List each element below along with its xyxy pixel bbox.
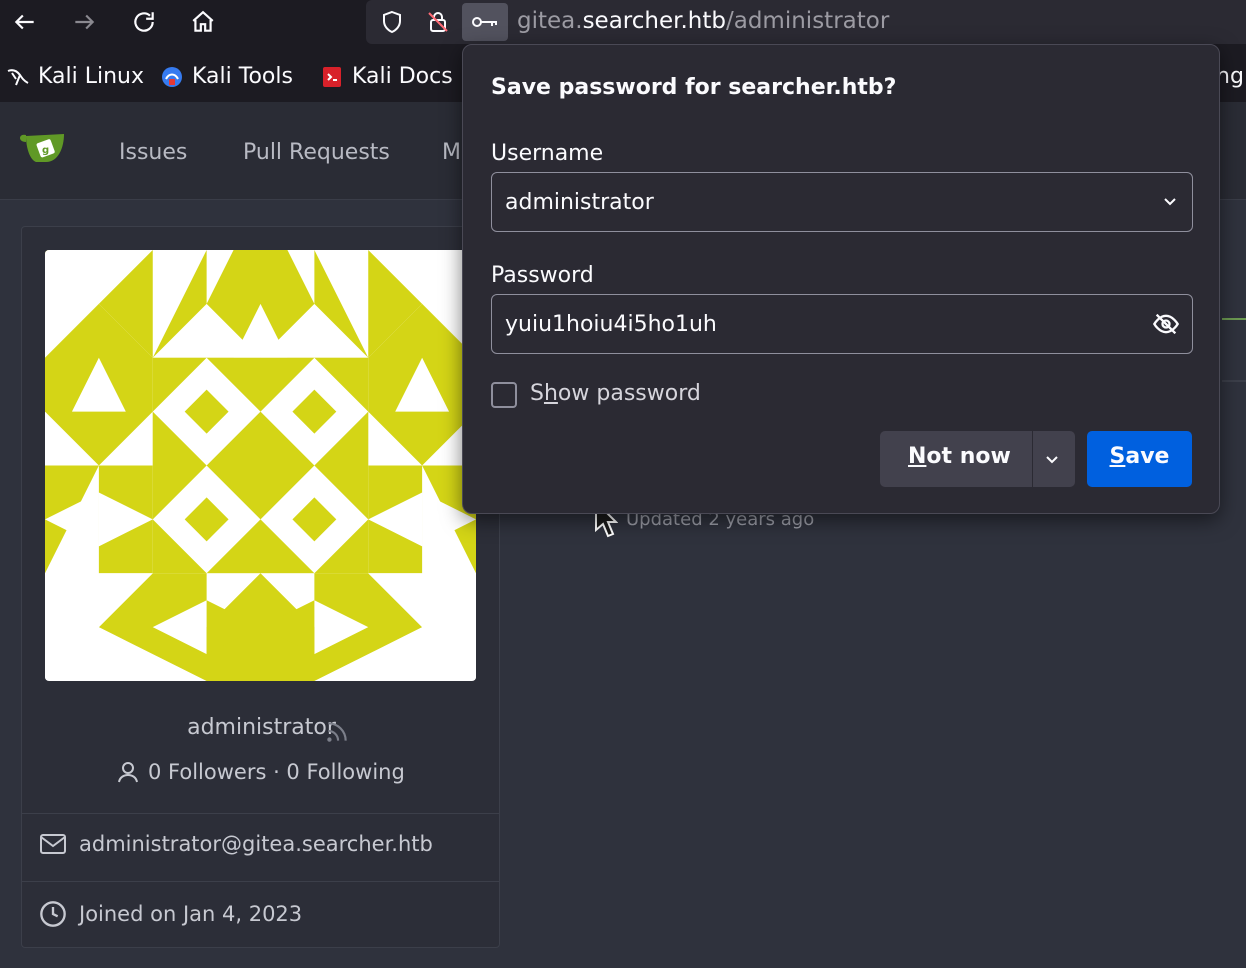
arrow-right-icon bbox=[75, 14, 95, 30]
bookmark-kali-linux[interactable]: Kali Linux bbox=[6, 64, 144, 89]
identicon-image bbox=[45, 250, 476, 681]
email-row[interactable]: administrator@gitea.searcher.htb bbox=[39, 832, 433, 856]
person-icon bbox=[118, 762, 138, 783]
card-divider bbox=[22, 881, 499, 882]
kali-dragon-icon bbox=[7, 68, 29, 85]
username-field[interactable] bbox=[491, 172, 1193, 232]
followers-link[interactable]: 0 Followers · 0 Following bbox=[116, 759, 405, 785]
bookmark-fragment-label: ng bbox=[1216, 64, 1244, 89]
reload-button[interactable] bbox=[126, 4, 162, 40]
avatar bbox=[45, 250, 476, 681]
mail-icon bbox=[40, 834, 66, 854]
bookmark-label: Kali Docs bbox=[352, 64, 453, 89]
nav-milestones-truncated[interactable]: M bbox=[442, 140, 461, 165]
not-now-accesskey: N bbox=[908, 444, 927, 469]
home-button[interactable] bbox=[185, 4, 221, 40]
chevron-down-icon bbox=[1164, 198, 1176, 206]
identicon-pattern bbox=[45, 250, 476, 681]
url-host: searcher.htb bbox=[582, 8, 726, 34]
username-dropdown-button[interactable] bbox=[1160, 188, 1180, 220]
toggle-password-visibility-button[interactable] bbox=[1152, 310, 1180, 342]
eye-hidden-icon bbox=[1152, 313, 1180, 335]
save-button[interactable]: Save bbox=[1087, 431, 1192, 487]
nav-pull-requests[interactable]: Pull Requests bbox=[243, 140, 390, 165]
password-label: Password bbox=[491, 263, 594, 288]
url-path: /administrator bbox=[725, 8, 890, 34]
shield-icon bbox=[383, 10, 401, 34]
reload-icon bbox=[134, 12, 154, 32]
key-icon bbox=[472, 17, 497, 27]
profile-username: administrator bbox=[187, 715, 336, 740]
card-divider bbox=[22, 813, 499, 814]
profile-card: administrator 0 Followers · 0 Following … bbox=[21, 226, 500, 948]
not-now-label-part: ot now bbox=[926, 444, 1011, 469]
username-input[interactable] bbox=[505, 173, 1125, 231]
password-field[interactable] bbox=[491, 294, 1193, 354]
url-subdomain: gitea. bbox=[517, 8, 583, 34]
save-password-popup: Save password for searcher.htb? Username… bbox=[462, 44, 1220, 514]
followers-text: 0 Followers · 0 Following bbox=[148, 760, 405, 784]
kali-tools-icon bbox=[162, 66, 182, 87]
bookmark-kali-docs[interactable]: Kali Docs bbox=[320, 64, 453, 89]
tracking-protection-button[interactable] bbox=[374, 4, 410, 40]
tab-underline bbox=[1222, 318, 1246, 320]
insecure-lock-icon bbox=[428, 12, 448, 32]
bookmark-kali-tools[interactable]: Kali Tools bbox=[160, 64, 293, 89]
username-label: Username bbox=[491, 141, 604, 166]
show-password-accesskey: h bbox=[543, 381, 558, 406]
not-now-dropdown-button[interactable] bbox=[1042, 449, 1062, 473]
save-label-part: ave bbox=[1125, 444, 1170, 469]
rss-icon bbox=[327, 722, 347, 742]
show-password-label-part: S bbox=[530, 381, 544, 406]
password-input[interactable] bbox=[505, 295, 1125, 353]
rss-feed-link[interactable] bbox=[324, 719, 350, 749]
not-now-button[interactable]: Not now bbox=[880, 431, 1075, 487]
bookmark-overflow-fragment[interactable]: ng bbox=[1216, 64, 1244, 89]
joined-row: Joined on Jan 4, 2023 bbox=[39, 900, 302, 928]
save-accesskey: S bbox=[1109, 444, 1126, 469]
chevron-down-icon bbox=[1046, 456, 1058, 464]
button-separator bbox=[1032, 431, 1033, 487]
show-password-label-part: ow password bbox=[557, 381, 701, 406]
divider-line bbox=[1222, 380, 1246, 382]
gitea-logo-link[interactable]: g bbox=[18, 132, 68, 170]
gitea-tea-icon: g bbox=[20, 134, 64, 162]
show-password-checkbox[interactable] bbox=[491, 382, 517, 408]
svg-text:g: g bbox=[42, 145, 49, 156]
browser-toolbar: gitea.searcher.htb/administrator bbox=[0, 0, 1246, 44]
clock-icon bbox=[40, 901, 66, 927]
email-text: administrator@gitea.searcher.htb bbox=[79, 832, 433, 856]
popup-title: Save password for searcher.htb? bbox=[491, 75, 897, 100]
home-icon bbox=[192, 10, 214, 32]
show-password-label[interactable]: Show password bbox=[530, 381, 701, 406]
bookmark-label: Kali Tools bbox=[192, 64, 293, 89]
arrow-left-icon bbox=[14, 14, 34, 30]
not-now-label: Not now bbox=[908, 444, 1011, 469]
nav-issues[interactable]: Issues bbox=[119, 140, 187, 165]
url-text[interactable]: gitea.searcher.htb/administrator bbox=[517, 8, 889, 34]
forward-button[interactable] bbox=[66, 4, 102, 40]
save-label: Save bbox=[1087, 444, 1192, 469]
back-button[interactable] bbox=[7, 4, 43, 40]
joined-text: Joined on Jan 4, 2023 bbox=[79, 902, 303, 926]
connection-insecure-button[interactable] bbox=[420, 4, 456, 40]
kali-docs-icon bbox=[323, 66, 341, 87]
bookmark-label: Kali Linux bbox=[38, 64, 145, 89]
password-key-button[interactable] bbox=[462, 3, 508, 41]
